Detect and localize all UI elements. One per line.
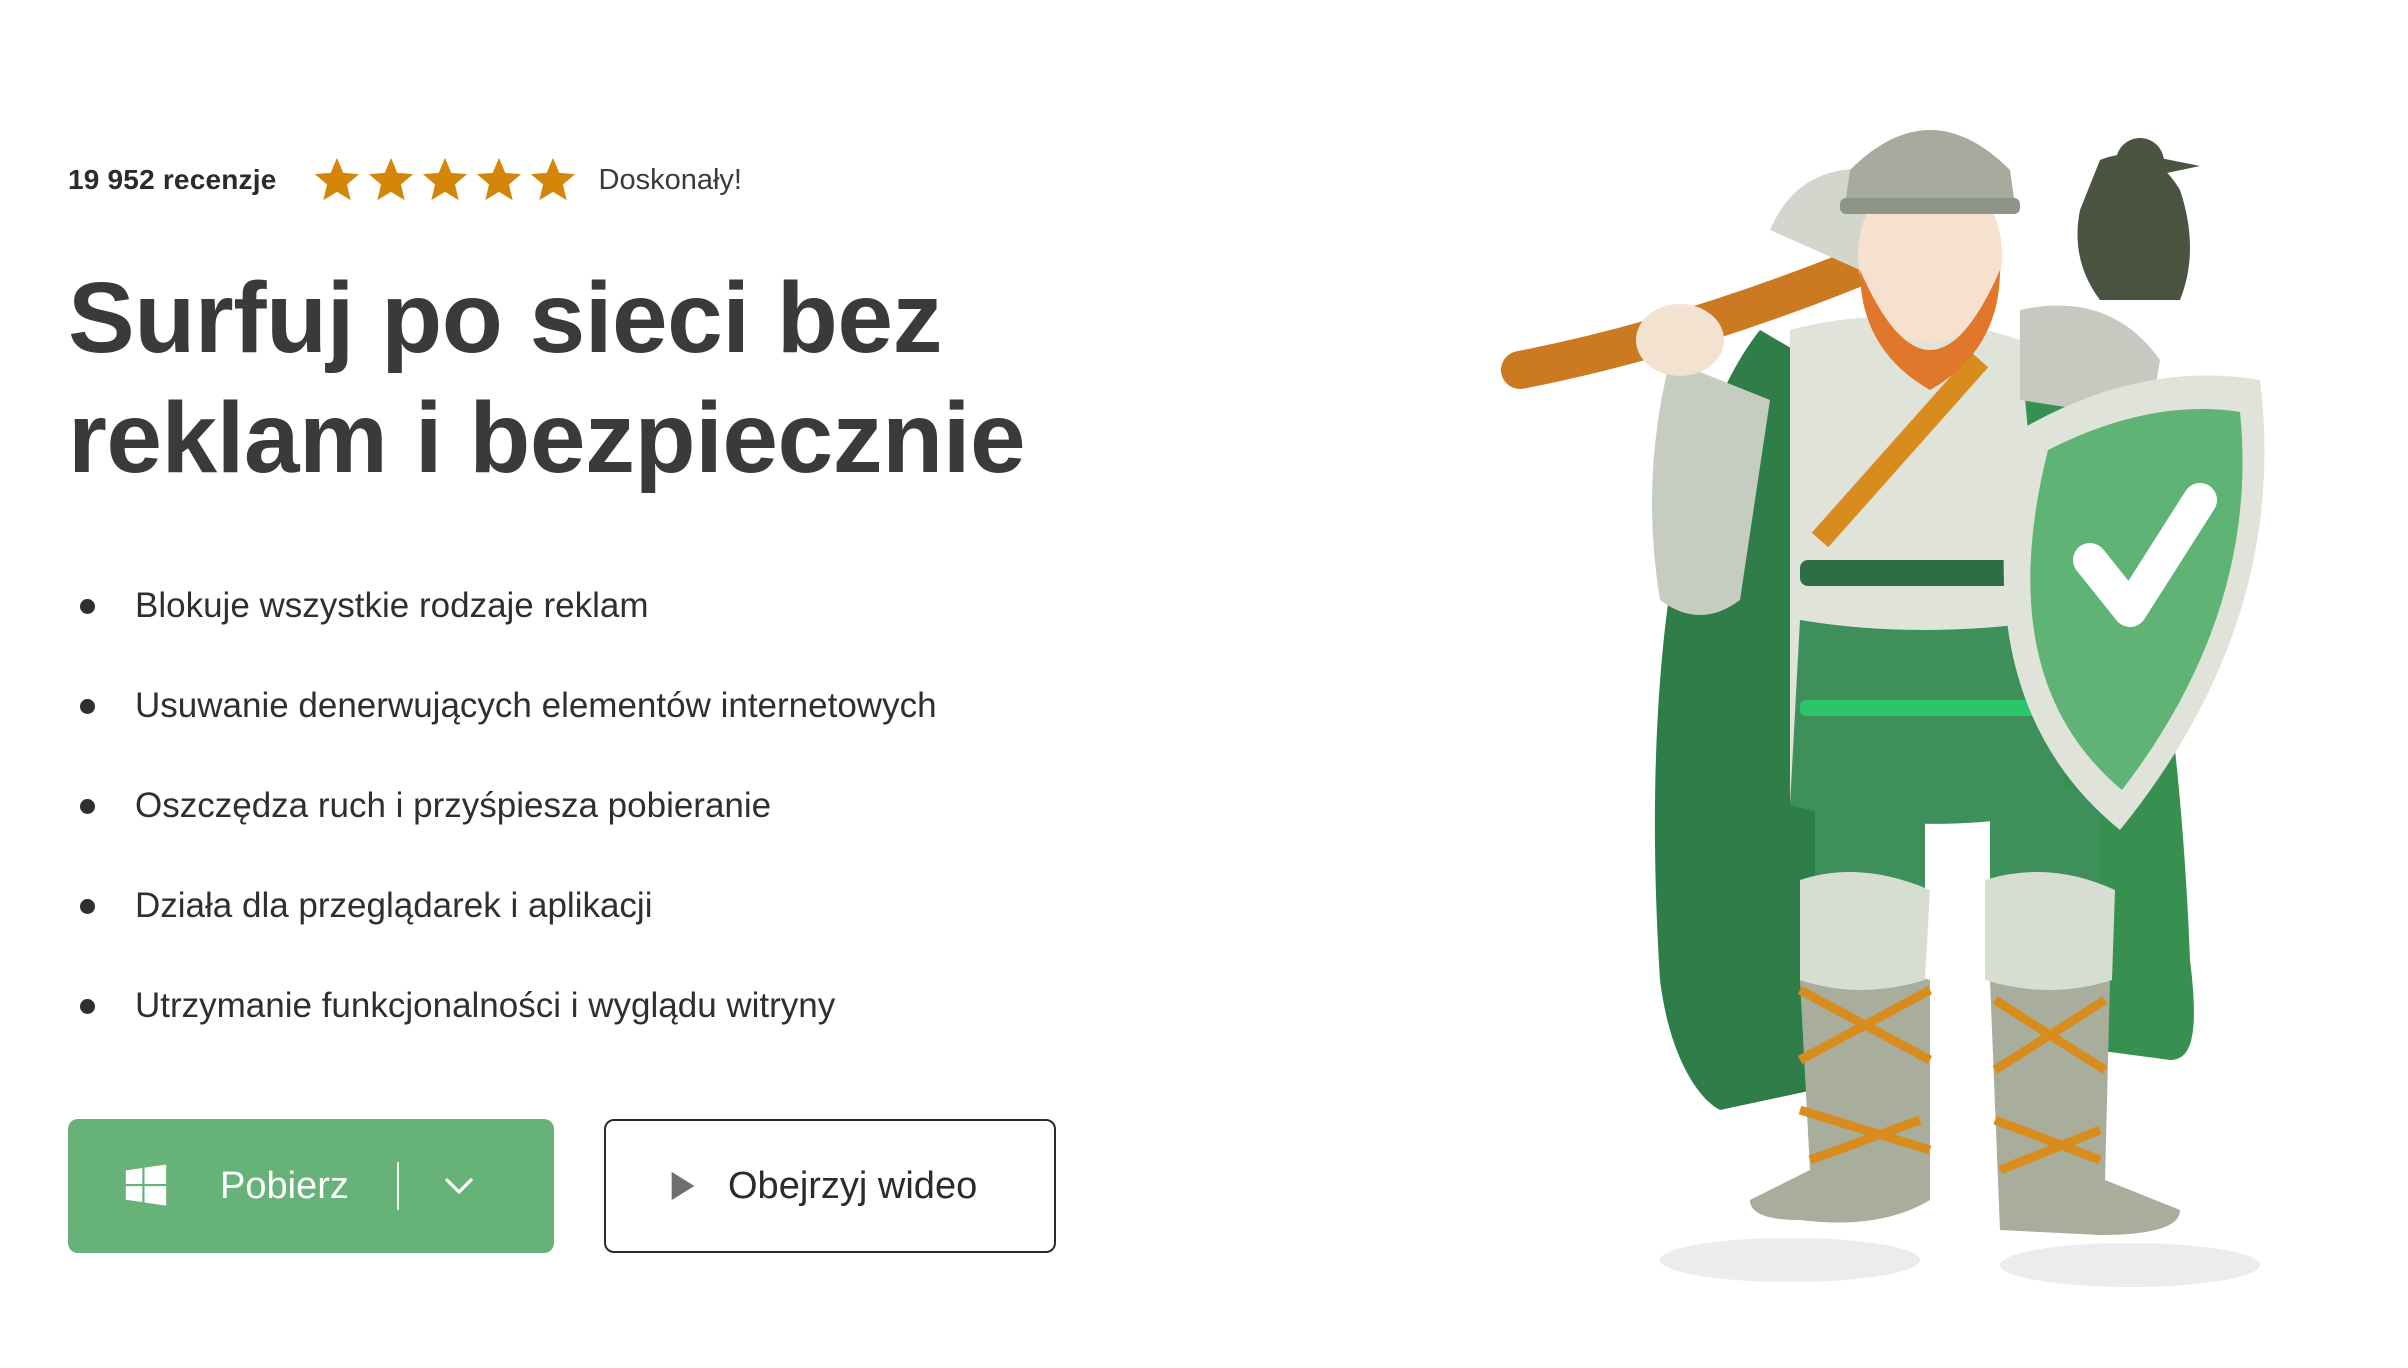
bullet-icon (80, 898, 95, 914)
watch-video-label: Obejrzyj wideo (728, 1164, 978, 1207)
feature-list: Blokuje wszystkie rodzaje reklam Usuwani… (80, 556, 937, 1056)
hero-section: 19 952 recenzje Doskonały! Surfuj po sie… (0, 0, 2408, 1368)
star-icon (368, 157, 413, 201)
list-item: Blokuje wszystkie rodzaje reklam (80, 556, 937, 656)
star-icon (530, 157, 575, 201)
bullet-icon (80, 598, 95, 614)
headline-line-1: Surfuj po sieci bez (68, 262, 943, 374)
cta-buttons: Pobierz Obejrzyj wideo (68, 1119, 1056, 1253)
list-item: Oszczędza ruch i przyśpiesza pobieranie (80, 756, 937, 856)
button-divider (396, 1162, 399, 1210)
watch-video-button[interactable]: Obejrzyj wideo (604, 1119, 1056, 1253)
headline-line-2: reklam i bezpiecznie (68, 382, 1026, 494)
feature-text: Oszczędza ruch i przyśpiesza pobieranie (135, 786, 772, 825)
bullet-icon (80, 798, 95, 814)
star-icon (422, 157, 467, 201)
bullet-icon (80, 998, 95, 1014)
windows-icon (125, 1164, 167, 1206)
review-count: 19 952 recenzje (68, 164, 277, 195)
star-icon (314, 157, 359, 201)
play-icon (671, 1171, 695, 1201)
chevron-down-icon[interactable] (441, 1168, 477, 1204)
star-icon (476, 157, 521, 201)
rating-label: Doskonały! (598, 163, 742, 196)
bullet-icon (80, 698, 95, 714)
page-title: Surfuj po sieci bez reklam i bezpiecznie (68, 258, 1168, 498)
rating-row: 19 952 recenzje Doskonały! (68, 150, 742, 210)
feature-text: Blokuje wszystkie rodzaje reklam (135, 586, 649, 625)
star-rating (311, 154, 579, 206)
list-item: Utrzymanie funkcjonalności i wyglądu wit… (80, 956, 937, 1056)
list-item: Usuwanie denerwujących elementów interne… (80, 656, 937, 756)
download-button[interactable]: Pobierz (68, 1119, 554, 1253)
download-label: Pobierz (220, 1164, 349, 1207)
viking-mascot-illustration (1501, 130, 2265, 1287)
list-item: Działa dla przeglądarek i aplikacji (80, 856, 937, 956)
feature-text: Usuwanie denerwujących elementów interne… (135, 686, 937, 725)
feature-text: Utrzymanie funkcjonalności i wyglądu wit… (135, 986, 836, 1025)
feature-text: Działa dla przeglądarek i aplikacji (135, 886, 653, 925)
